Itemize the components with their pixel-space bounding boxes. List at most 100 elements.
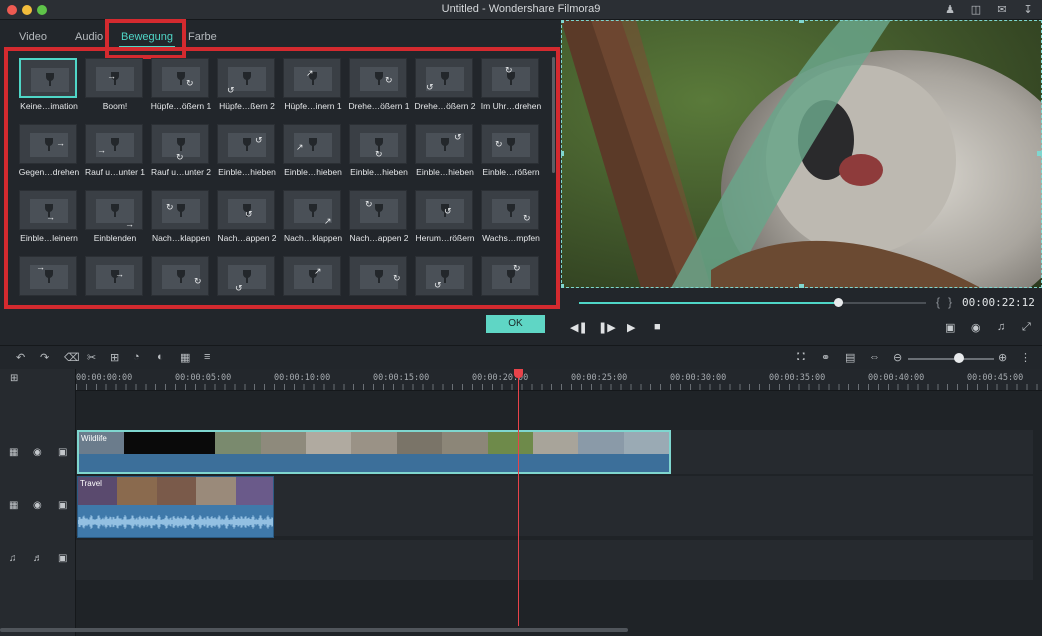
preset-thumbnail: → <box>19 124 77 164</box>
motion-preset-6[interactable]: ↺ Drehe…ößern 2 <box>412 58 478 114</box>
motion-preset-10[interactable]: ↻ Rauf u…unter 2 <box>148 124 214 180</box>
motion-preset-14[interactable]: ↺ Einble…hieben <box>412 124 478 180</box>
preset-thumbnail: ↺ <box>217 58 275 98</box>
resize-handle-r[interactable] <box>1037 151 1042 156</box>
eye-icon-2[interactable]: ◉ <box>33 500 42 511</box>
motion-preset-5[interactable]: ↻ Drehe…ößern 1 <box>346 58 412 114</box>
tab-audio[interactable]: Audio <box>75 31 103 43</box>
motion-preset-30[interactable]: ↺ <box>412 256 478 305</box>
motion-preset-4[interactable]: ↗ Hüpfe…inern 1 <box>280 58 346 114</box>
motion-preset-2[interactable]: ↻ Hüpfe…ößern 1 <box>148 58 214 114</box>
eye-icon[interactable]: ◉ <box>33 447 42 458</box>
stop-icon[interactable]: ■ <box>654 321 661 333</box>
preset-label: Herum…rößern <box>415 233 475 243</box>
lock-icon-3[interactable]: ▣ <box>58 553 67 564</box>
motion-preset-23[interactable]: ↻ Wachs…mpfen <box>478 190 544 246</box>
motion-preset-7[interactable]: ↻ Im Uhr…drehen <box>478 58 544 114</box>
mark-in-out-icon[interactable]: {} <box>936 295 960 309</box>
preview-selection-frame[interactable] <box>561 20 1042 288</box>
presets-scrollbar[interactable] <box>552 57 555 173</box>
motion-preset-29[interactable]: ↻ <box>346 256 412 305</box>
cart-icon[interactable]: ◫ <box>970 3 982 16</box>
playhead-handle[interactable] <box>514 369 523 378</box>
preset-thumbnail: → <box>85 124 143 164</box>
preset-thumbnail: ↗ <box>283 124 341 164</box>
motion-preset-0[interactable]: Keine…imation <box>16 58 82 114</box>
lock-icon[interactable]: ▣ <box>58 447 67 458</box>
speaker-icon[interactable]: ♬ <box>33 553 43 564</box>
video-clip-travel[interactable]: Travel <box>77 476 274 538</box>
motion-preset-21[interactable]: ↻ Nach…appen 2 <box>346 190 412 246</box>
motion-preset-24[interactable]: → <box>16 256 82 305</box>
play-icon[interactable]: ▶ <box>627 321 635 334</box>
delete-icon[interactable]: ⌫ <box>64 351 80 364</box>
green-screen-icon[interactable]: ▦ <box>180 351 190 364</box>
preset-label: Nach…appen 2 <box>349 233 409 243</box>
tulip-icon <box>241 72 253 86</box>
preset-label: Gegen…drehen <box>18 167 80 177</box>
volume-icon[interactable]: ♫ <box>997 321 1005 333</box>
motion-preset-3[interactable]: ↺ Hüpfe…ßern 2 <box>214 58 280 114</box>
zoom-out-icon[interactable]: ⊖ <box>893 351 902 364</box>
progress-knob[interactable] <box>833 298 843 307</box>
motion-preset-27[interactable]: ↺ <box>214 256 280 305</box>
render-preview-icon[interactable]: ▣ <box>945 321 955 334</box>
zoom-slider[interactable] <box>908 358 994 360</box>
tab-farbe[interactable]: Farbe <box>188 31 217 43</box>
motion-preset-1[interactable]: → Boom! <box>82 58 148 114</box>
motion-preset-26[interactable]: ↻ <box>148 256 214 305</box>
cut-icon[interactable]: ✂ <box>87 351 96 364</box>
playhead-line[interactable] <box>518 369 519 626</box>
color-icon[interactable]: ◐ <box>157 351 164 363</box>
download-icon[interactable]: ↧ <box>1022 3 1034 16</box>
microphone-icon[interactable]: ⚭ <box>821 351 830 364</box>
motion-preset-11[interactable]: ↺ Einble…hieben <box>214 124 280 180</box>
fullscreen-icon[interactable]: ⤢ <box>1022 321 1031 334</box>
motion-preset-13[interactable]: ↻ Einble…hieben <box>346 124 412 180</box>
video-clip-wildlife[interactable]: Wildlife <box>77 430 671 474</box>
zoom-in-icon[interactable]: ⊕ <box>998 351 1007 364</box>
motion-preset-22[interactable]: ↺ Herum…rößern <box>412 190 478 246</box>
resize-handle-tl[interactable] <box>561 20 564 23</box>
motion-arrow-icon: ↻ <box>365 199 373 209</box>
preset-thumbnail: ↻ <box>151 124 209 164</box>
motion-preset-20[interactable]: ↗ Nach…klappen <box>280 190 346 246</box>
crop-icon[interactable]: ⊞ <box>110 351 119 364</box>
tulip-icon <box>505 138 517 152</box>
motion-preset-12[interactable]: ↗ Einble…hieben <box>280 124 346 180</box>
undo-icon[interactable]: ↶ <box>16 351 25 364</box>
playback-progress[interactable] <box>579 298 926 307</box>
timeline-scrollbar[interactable] <box>0 628 628 632</box>
account-icon[interactable]: ♟ <box>944 3 956 16</box>
timeline-ruler[interactable]: 00:00:00:00 00:00:05:00 00:00:10:00 00:00:1… <box>76 369 1042 391</box>
motion-preset-25[interactable]: → <box>82 256 148 305</box>
step-forward-icon[interactable]: ❚▶ <box>598 321 616 334</box>
audio-mixer-icon[interactable]: ▤ <box>845 351 855 364</box>
motion-preset-9[interactable]: → Rauf u…unter 1 <box>82 124 148 180</box>
motion-preset-31[interactable]: ↻ <box>478 256 544 305</box>
timeline-menu-icon[interactable]: ⋮ <box>1020 351 1031 364</box>
fit-timeline-icon[interactable]: ⇔ <box>869 351 880 363</box>
lock-icon-2[interactable]: ▣ <box>58 500 67 511</box>
marker-icon[interactable]: ⛚ <box>797 351 805 364</box>
mail-icon[interactable]: ✉ <box>996 3 1008 16</box>
resize-handle-t[interactable] <box>799 20 804 23</box>
motion-preset-19[interactable]: ↺ Nach…appen 2 <box>214 190 280 246</box>
tab-video[interactable]: Video <box>19 31 47 43</box>
motion-preset-8[interactable]: → Gegen…drehen <box>16 124 82 180</box>
motion-preset-17[interactable]: → Einblenden <box>82 190 148 246</box>
motion-preset-18[interactable]: ↻ Nach…klappen <box>148 190 214 246</box>
add-track-icon[interactable]: ⊞ <box>10 373 18 384</box>
motion-preset-16[interactable]: → Einble…leinern <box>16 190 82 246</box>
adjust-icon[interactable]: ≡ <box>204 351 210 363</box>
redo-icon[interactable]: ↷ <box>40 351 49 364</box>
speed-icon[interactable]: ◔ <box>133 351 140 363</box>
tulip-icon <box>373 270 385 284</box>
motion-preset-28[interactable]: ↗ <box>280 256 346 305</box>
snapshot-icon[interactable]: ◉ <box>971 321 981 334</box>
ok-button[interactable]: OK <box>486 315 545 333</box>
step-back-icon[interactable]: ◀❚ <box>570 321 588 334</box>
resize-handle-l[interactable] <box>561 151 564 156</box>
zoom-knob[interactable] <box>954 353 964 363</box>
motion-preset-15[interactable]: ↻ Einble…rößern <box>478 124 544 180</box>
